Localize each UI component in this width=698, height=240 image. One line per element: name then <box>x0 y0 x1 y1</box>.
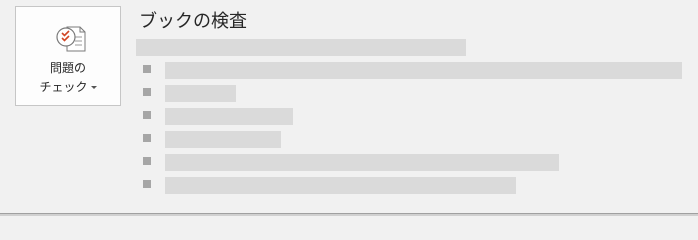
check-for-issues-label-line2: チェック <box>16 79 120 95</box>
section-divider-shadow <box>0 214 698 216</box>
checklist-icon <box>56 26 86 52</box>
list-bullet <box>143 65 151 73</box>
section-title: ブックの検査 <box>139 11 247 32</box>
list-bullet <box>143 180 151 188</box>
list-bullet <box>143 134 151 142</box>
list-item-placeholder <box>165 131 281 148</box>
check-for-issues-button[interactable]: 問題の チェック <box>15 6 121 106</box>
check-for-issues-label-line1: 問題の <box>49 61 86 75</box>
list-item-placeholder <box>165 154 559 171</box>
list-bullet <box>143 88 151 96</box>
list-item-placeholder <box>165 108 293 125</box>
description-placeholder <box>136 39 466 56</box>
list-item-placeholder <box>165 177 516 194</box>
list-bullet <box>143 157 151 165</box>
list-bullet <box>143 111 151 119</box>
list-item-placeholder <box>165 62 682 79</box>
list-item-placeholder <box>165 85 236 102</box>
chevron-down-icon <box>90 86 97 89</box>
